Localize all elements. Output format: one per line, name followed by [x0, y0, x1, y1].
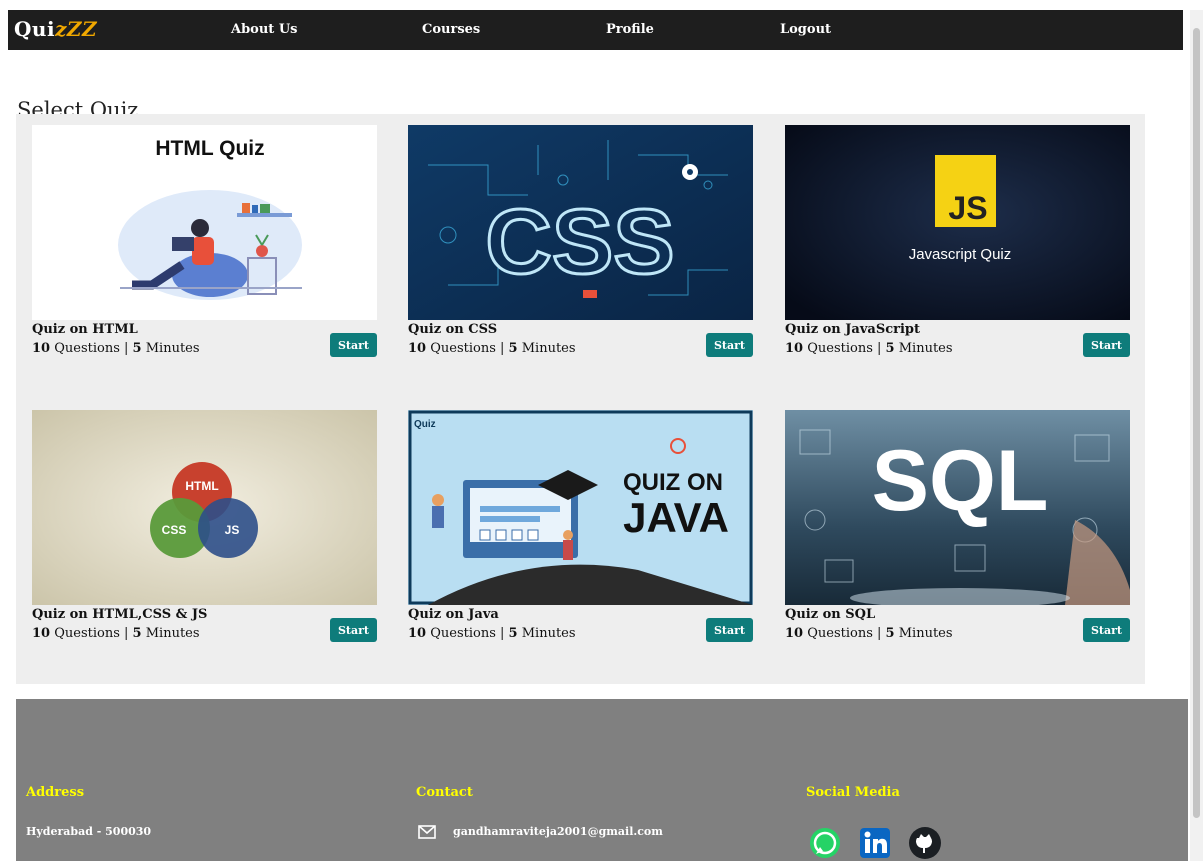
- quiz-card-java: Quiz QUIZ ON JAVA Quiz on Java 10 Questi…: [408, 410, 753, 650]
- quiz-meta: 10 Questions | 5 Minutes: [785, 341, 953, 356]
- quiz-image-java: Quiz QUIZ ON JAVA: [408, 410, 753, 605]
- quiz-title: Quiz on SQL: [785, 607, 876, 622]
- quiz-meta: 10 Questions | 5 Minutes: [32, 626, 200, 641]
- scrollbar-thumb[interactable]: [1193, 28, 1200, 818]
- footer: Address Hyderabad - 500030 Contact gandh…: [16, 699, 1188, 861]
- quiz-image-java-line2: JAVA: [623, 494, 729, 541]
- start-quiz-button[interactable]: Start: [330, 333, 377, 357]
- nav-logout[interactable]: Logout: [780, 22, 831, 37]
- quiz-meta: 10 Questions | 5 Minutes: [408, 341, 576, 356]
- quiz-logo: Quiz: [414, 419, 436, 430]
- quiz-meta: 10 Questions | 5 Minutes: [785, 626, 953, 641]
- navbar: QuizZZ About Us Courses Profile Logout: [8, 10, 1183, 50]
- quiz-image-sql: SQL: [785, 410, 1130, 605]
- quiz-image-java-line1: QUIZ ON: [623, 469, 723, 496]
- venn-label-js: JS: [225, 523, 240, 537]
- quiz-meta: 10 Questions | 5 Minutes: [408, 626, 576, 641]
- quiz-title: Quiz on HTML: [32, 322, 138, 337]
- quiz-card-css: CSS Quiz on CSS 10 Questions | 5 Minutes…: [408, 125, 753, 365]
- whatsapp-icon[interactable]: [808, 826, 842, 860]
- quiz-image-javascript: JS Javascript Quiz: [785, 125, 1130, 320]
- footer-address-heading: Address: [26, 785, 85, 800]
- brand-logo[interactable]: QuizZZ: [14, 17, 97, 41]
- footer-contact-heading: Contact: [416, 785, 473, 800]
- quiz-image-html: HTML Quiz: [32, 125, 377, 320]
- quiz-title: Quiz on HTML,CSS & JS: [32, 607, 208, 622]
- nav-about-us[interactable]: About Us: [231, 22, 298, 37]
- quiz-card-javascript: JS Javascript Quiz Quiz on JavaScript 10…: [785, 125, 1130, 365]
- github-icon[interactable]: [908, 826, 942, 860]
- start-quiz-button[interactable]: Start: [1083, 333, 1130, 357]
- footer-social-heading: Social Media: [806, 785, 900, 800]
- quiz-image-html-css-js: HTML CSS JS: [32, 410, 377, 605]
- venn-label-html: HTML: [185, 479, 218, 493]
- quiz-card-html: HTML Quiz Quiz on HTML 10 Questions | 5 …: [32, 125, 377, 365]
- nav-courses[interactable]: Courses: [422, 22, 480, 37]
- quiz-title: Quiz on JavaScript: [785, 322, 921, 337]
- page-scrollbar[interactable]: [1190, 10, 1203, 861]
- start-quiz-button[interactable]: Start: [706, 333, 753, 357]
- quiz-image-css-text: CSS: [485, 191, 674, 293]
- quiz-title: Quiz on CSS: [408, 322, 498, 337]
- quiz-card-html-css-js: HTML CSS JS Quiz on HTML,CSS & JS 10 Que…: [32, 410, 377, 650]
- quiz-meta: 10 Questions | 5 Minutes: [32, 341, 200, 356]
- quiz-title: Quiz on Java: [408, 607, 499, 622]
- quiz-image-sql-text: SQL: [872, 433, 1049, 529]
- quiz-image-js-badge: JS: [948, 190, 987, 226]
- start-quiz-button[interactable]: Start: [706, 618, 753, 642]
- venn-label-css: CSS: [162, 523, 187, 537]
- quiz-card-sql: SQL Quiz on SQL 10 Questions | 5 Minutes…: [785, 410, 1130, 650]
- quiz-image-css: CSS: [408, 125, 753, 320]
- quiz-grid: HTML Quiz Quiz on HTML 10 Questions | 5 …: [16, 114, 1145, 684]
- brand-name-part2: zZZ: [55, 17, 98, 41]
- mail-icon: [418, 824, 436, 839]
- brand-name-part1: Qui: [14, 17, 56, 41]
- linkedin-icon[interactable]: [858, 826, 892, 860]
- quiz-image-js-text: Javascript Quiz: [909, 246, 1012, 263]
- footer-address-line: Hyderabad - 500030: [26, 825, 152, 838]
- nav-profile[interactable]: Profile: [606, 22, 654, 37]
- quiz-image-html-text: HTML Quiz: [155, 137, 264, 160]
- start-quiz-button[interactable]: Start: [1083, 618, 1130, 642]
- start-quiz-button[interactable]: Start: [330, 618, 377, 642]
- footer-email-link[interactable]: gandhamraviteja2001@gmail.com: [453, 825, 663, 838]
